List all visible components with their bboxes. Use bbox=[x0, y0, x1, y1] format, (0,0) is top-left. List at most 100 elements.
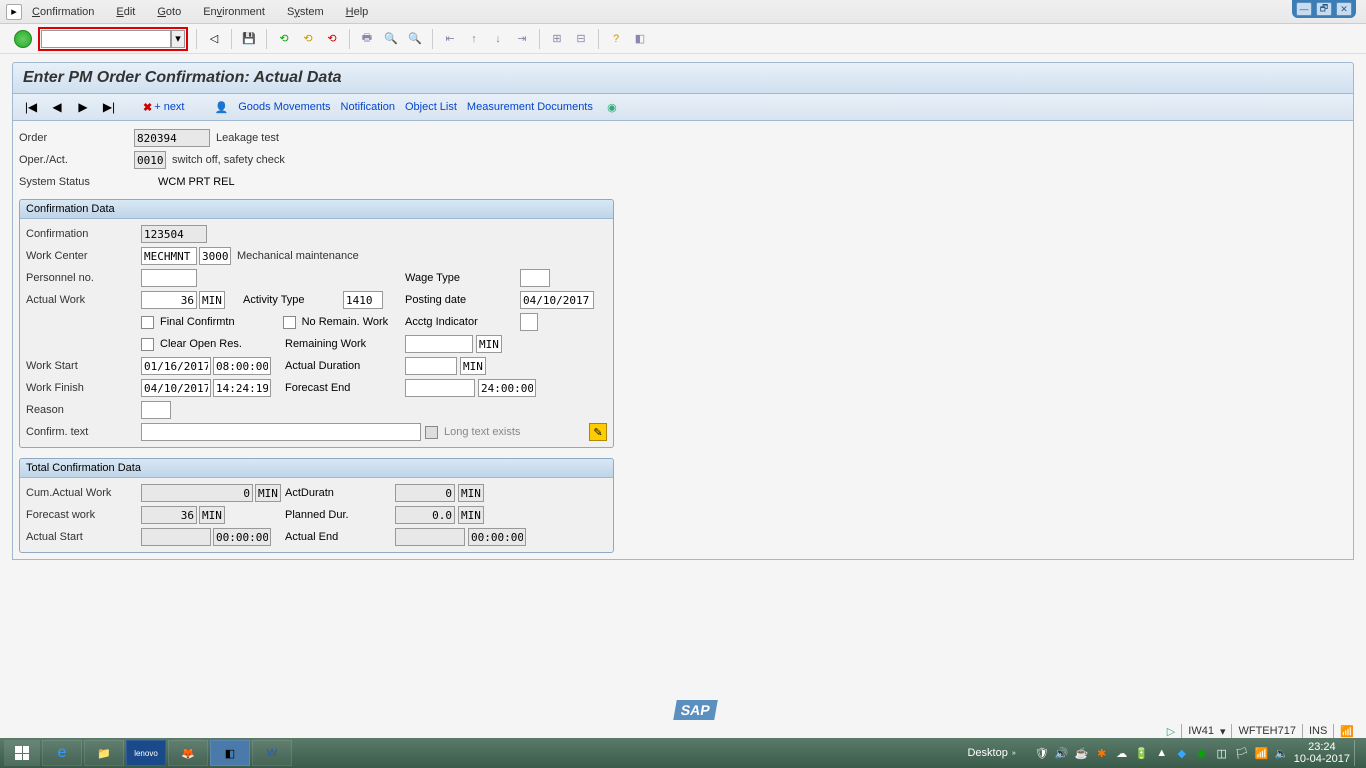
oper-field[interactable] bbox=[134, 151, 166, 169]
first-page-icon[interactable]: ⇤ bbox=[441, 30, 459, 48]
enter-icon[interactable] bbox=[14, 30, 32, 48]
tray-app1-icon[interactable]: ◆ bbox=[1174, 745, 1190, 761]
personnel-field[interactable] bbox=[141, 269, 197, 287]
total-conf-group: Total Confirmation Data Cum.Actual Work … bbox=[19, 458, 614, 553]
exit-icon[interactable]: ⟲ bbox=[299, 30, 317, 48]
workcenter-field[interactable] bbox=[141, 247, 197, 265]
start-button[interactable] bbox=[4, 740, 40, 766]
forecastend-time[interactable] bbox=[478, 379, 536, 397]
menu-system[interactable]: System bbox=[287, 6, 324, 18]
menu-environment[interactable]: Environment bbox=[203, 6, 265, 18]
firefox-icon[interactable]: 🦊 bbox=[168, 740, 208, 766]
tray-java-icon[interactable]: ☕ bbox=[1074, 745, 1090, 761]
tray-shield-icon[interactable]: 🛡 bbox=[1034, 745, 1050, 761]
command-dropdown[interactable]: ▾ bbox=[171, 30, 185, 48]
prev-page-icon[interactable]: ↑ bbox=[465, 30, 483, 48]
cancel-next-button[interactable]: ✖ + next bbox=[143, 101, 185, 114]
tray-onedrive-icon[interactable]: ☁ bbox=[1114, 745, 1130, 761]
actualwork-label: Actual Work bbox=[26, 294, 141, 306]
tray-app2-icon[interactable]: ◉ bbox=[1194, 745, 1210, 761]
postingdate-field[interactable] bbox=[520, 291, 594, 309]
local-layout-icon[interactable]: 📶 bbox=[1340, 725, 1354, 738]
ie-icon[interactable]: e bbox=[42, 740, 82, 766]
order-desc: Leakage test bbox=[216, 132, 279, 144]
reason-field[interactable] bbox=[141, 401, 171, 419]
layout-icon[interactable]: ◧ bbox=[631, 30, 649, 48]
tray-flag-icon[interactable]: 🏳 bbox=[1234, 745, 1250, 761]
menu-goto[interactable]: Goto bbox=[157, 6, 181, 18]
clock-time[interactable]: 23:24 bbox=[1294, 741, 1350, 753]
nav-last-icon[interactable]: ▶| bbox=[101, 99, 117, 115]
help-icon[interactable]: ? bbox=[607, 30, 625, 48]
goods-movements-button[interactable]: Goods Movements bbox=[238, 101, 330, 113]
oper-desc: switch off, safety check bbox=[172, 154, 285, 166]
word-icon[interactable]: W bbox=[252, 740, 292, 766]
new-session-icon[interactable]: ⊞ bbox=[548, 30, 566, 48]
status-bar: ▷ IW41 ▾ WFTEH717 INS 📶 bbox=[1167, 724, 1354, 738]
desktop-label[interactable]: Desktop bbox=[967, 747, 1007, 759]
nav-first-icon[interactable]: |◀ bbox=[23, 99, 39, 115]
explorer-icon[interactable]: 📁 bbox=[84, 740, 124, 766]
wagetype-field[interactable] bbox=[520, 269, 550, 287]
clock-date[interactable]: 10-04-2017 bbox=[1294, 753, 1350, 765]
nav-prev-icon[interactable]: ◀ bbox=[49, 99, 65, 115]
minimize-button[interactable]: — bbox=[1296, 2, 1312, 16]
restore-button[interactable]: 🗗 bbox=[1316, 2, 1332, 16]
workfinish-time[interactable] bbox=[213, 379, 271, 397]
back-nav-icon[interactable]: ⟲ bbox=[275, 30, 293, 48]
tray-battery-icon[interactable]: 🔋 bbox=[1134, 745, 1150, 761]
menu-confirmation[interactable]: Confirmation bbox=[32, 6, 94, 18]
activitytype-field[interactable] bbox=[343, 291, 383, 309]
actualdur-unit[interactable] bbox=[460, 357, 486, 375]
confirmtext-field[interactable] bbox=[141, 423, 421, 441]
forecastend-date[interactable] bbox=[405, 379, 475, 397]
tray-app3-icon[interactable]: ◫ bbox=[1214, 745, 1230, 761]
plant-field[interactable] bbox=[199, 247, 231, 265]
shortcut-icon[interactable]: ⊟ bbox=[572, 30, 590, 48]
tray-volume-icon[interactable]: 🔊 bbox=[1054, 745, 1070, 761]
actualwork-field[interactable] bbox=[141, 291, 197, 309]
clearopen-checkbox[interactable] bbox=[141, 338, 154, 351]
last-page-icon[interactable]: ⇥ bbox=[513, 30, 531, 48]
workstart-date[interactable] bbox=[141, 357, 211, 375]
measurement-docs-button[interactable]: Measurement Documents bbox=[467, 101, 593, 113]
command-field[interactable] bbox=[41, 30, 171, 48]
menu-edit[interactable]: Edit bbox=[116, 6, 135, 18]
finalconf-label: Final Confirmtn bbox=[160, 316, 235, 328]
workfinish-date[interactable] bbox=[141, 379, 211, 397]
planneddur-unit bbox=[458, 506, 484, 524]
actualdur-field[interactable] bbox=[405, 357, 457, 375]
order-field[interactable] bbox=[134, 129, 210, 147]
next-page-icon[interactable]: ↓ bbox=[489, 30, 507, 48]
actualend-time bbox=[468, 528, 526, 546]
sap-gui-icon[interactable]: ◧ bbox=[210, 740, 250, 766]
object-list-button[interactable]: Object List bbox=[405, 101, 457, 113]
longtext-edit-icon[interactable]: ✎ bbox=[589, 423, 607, 441]
remwork-unit[interactable] bbox=[476, 335, 502, 353]
noremain-checkbox[interactable] bbox=[283, 316, 296, 329]
session-menu-icon[interactable]: ▸ bbox=[6, 4, 22, 20]
back-icon[interactable]: ◁ bbox=[205, 30, 223, 48]
find-next-icon[interactable]: 🔍 bbox=[406, 30, 424, 48]
services-icon[interactable]: ◉ bbox=[603, 98, 621, 116]
print-icon[interactable]: 🖶 bbox=[358, 30, 376, 48]
close-button[interactable]: ✕ bbox=[1336, 2, 1352, 16]
workstart-time[interactable] bbox=[213, 357, 271, 375]
acctg-field[interactable] bbox=[520, 313, 538, 331]
show-desktop[interactable] bbox=[1354, 740, 1362, 766]
cancel-icon[interactable]: ⟲ bbox=[323, 30, 341, 48]
nav-next-icon[interactable]: ▶ bbox=[75, 99, 91, 115]
notification-button[interactable]: Notification bbox=[341, 101, 395, 113]
tray-wifi-icon[interactable]: 📶 bbox=[1254, 745, 1270, 761]
tray-av-icon[interactable]: ✱ bbox=[1094, 745, 1110, 761]
find-icon[interactable]: 🔍 bbox=[382, 30, 400, 48]
lenovo-icon[interactable]: lenovo bbox=[126, 740, 166, 766]
menu-help[interactable]: Help bbox=[346, 6, 369, 18]
tray-speaker-icon[interactable]: 🔈 bbox=[1274, 745, 1290, 761]
remwork-field[interactable] bbox=[405, 335, 473, 353]
tray-up-icon[interactable]: ▲ bbox=[1154, 745, 1170, 761]
finalconf-checkbox[interactable] bbox=[141, 316, 154, 329]
longtext-label: Long text exists bbox=[444, 426, 520, 438]
actualwork-unit[interactable] bbox=[199, 291, 225, 309]
save-icon[interactable]: 💾 bbox=[240, 30, 258, 48]
